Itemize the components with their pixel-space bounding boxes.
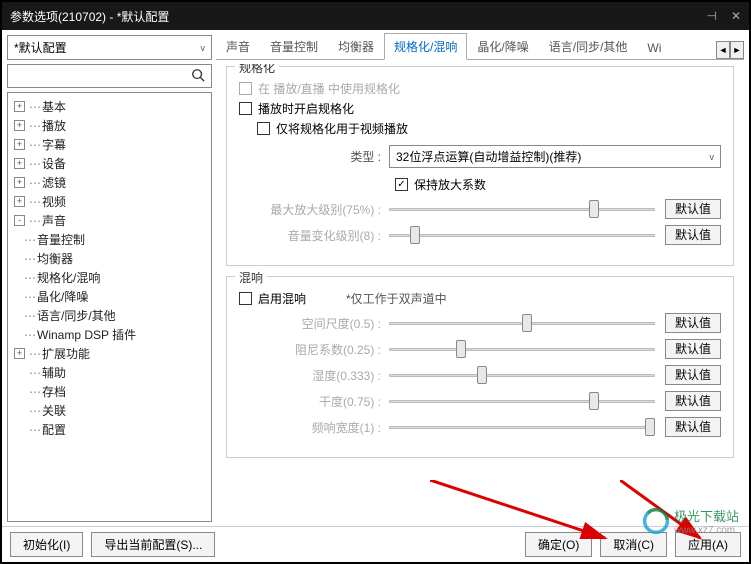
tree-item-video[interactable]: +⋯视频 (10, 192, 209, 211)
vol-change-slider[interactable] (389, 226, 655, 244)
ok-button[interactable]: 确定(O) (525, 532, 592, 557)
checkbox-enable-on-play[interactable] (239, 102, 252, 115)
settings-tree: +⋯基本 +⋯播放 +⋯字幕 +⋯设备 +⋯滤镜 +⋯视频 -⋯声音 ⋯音量控制… (7, 92, 212, 522)
max-amp-label: 最大放大级别(75%) : (239, 201, 389, 218)
dry-slider[interactable] (389, 392, 655, 410)
checkbox-video-only[interactable] (257, 122, 270, 135)
collapse-icon[interactable]: - (14, 215, 25, 226)
width-slider[interactable] (389, 418, 655, 436)
default-button[interactable]: 默认值 (665, 339, 721, 359)
tree-item-archive[interactable]: ⋯存档 (10, 382, 209, 401)
tree-item-assist[interactable]: ⋯辅助 (10, 363, 209, 382)
tree-item-winamp-dsp[interactable]: ⋯Winamp DSP 插件 (10, 325, 209, 344)
default-button[interactable]: 默认值 (665, 313, 721, 333)
tree-item-crystal[interactable]: ⋯晶化/降噪 (10, 287, 209, 306)
tree-item-eq[interactable]: ⋯均衡器 (10, 249, 209, 268)
tree-item-playback[interactable]: +⋯播放 (10, 116, 209, 135)
export-button[interactable]: 导出当前配置(S)... (91, 532, 215, 557)
tab-crystal-denoise[interactable]: 晶化/降噪 (467, 33, 538, 59)
default-button[interactable]: 默认值 (665, 365, 721, 385)
expand-icon[interactable]: + (14, 120, 25, 131)
tree-item-filter[interactable]: +⋯滤镜 (10, 173, 209, 192)
default-button[interactable]: 默认值 (665, 391, 721, 411)
type-value: 32位浮点运算(自动增益控制)(推荐) (396, 148, 581, 165)
tab-scroll-left[interactable]: ◄ (716, 41, 730, 59)
default-button[interactable]: 默认值 (665, 225, 721, 245)
type-label: 类型 : (239, 148, 389, 165)
checkbox-enable-reverb[interactable] (239, 292, 252, 305)
config-dropdown[interactable]: *默认配置 v (7, 35, 212, 60)
config-dropdown-value: *默认配置 (14, 39, 67, 56)
tab-wi[interactable]: Wi (637, 36, 671, 59)
vol-change-label: 音量变化级别(8) : (239, 227, 389, 244)
tree-item-subtitle[interactable]: +⋯字幕 (10, 135, 209, 154)
tree-item-volume-ctrl[interactable]: ⋯音量控制 (10, 230, 209, 249)
chevron-down-icon: v (710, 152, 715, 162)
chevron-down-icon: v (201, 43, 206, 53)
expand-icon[interactable]: + (14, 348, 25, 359)
search-icon (191, 68, 205, 85)
tree-item-device[interactable]: +⋯设备 (10, 154, 209, 173)
bottom-bar: 初始化(I) 导出当前配置(S)... 确定(O) 取消(C) 应用(A) (2, 526, 749, 562)
tab-volume[interactable]: 音量控制 (260, 33, 328, 59)
tab-sound[interactable]: 声音 (216, 33, 260, 59)
damp-label: 阻尼系数(0.25) : (239, 341, 389, 358)
type-select[interactable]: 32位浮点运算(自动增益控制)(推荐) v (389, 145, 721, 168)
close-icon[interactable]: ✕ (731, 9, 741, 23)
expand-icon[interactable]: + (14, 139, 25, 150)
room-slider[interactable] (389, 314, 655, 332)
pin-icon[interactable]: ⊣ (706, 9, 716, 23)
cancel-button[interactable]: 取消(C) (600, 532, 667, 557)
tab-scroll-right[interactable]: ► (730, 41, 744, 59)
tab-bar: 声音 音量控制 均衡器 规格化/混响 晶化/降噪 语言/同步/其他 Wi ◄ ► (216, 35, 744, 60)
group-title: 混响 (235, 269, 267, 286)
group-title: 规格化 (235, 64, 279, 76)
tree-item-association[interactable]: ⋯关联 (10, 401, 209, 420)
expand-icon[interactable]: + (14, 196, 25, 207)
apply-button[interactable]: 应用(A) (675, 532, 741, 557)
search-input[interactable] (7, 64, 212, 88)
normalize-group: 规格化 在 播放/直播 中使用规格化 播放时开启规格化 仅将规格化用于视频播放 … (226, 66, 734, 266)
tree-item-config[interactable]: ⋯配置 (10, 420, 209, 439)
window-title: 参数选项(210702) - *默认配置 (10, 8, 169, 25)
init-button[interactable]: 初始化(I) (10, 532, 83, 557)
room-label: 空间尺度(0.5) : (239, 315, 389, 332)
reverb-note: *仅工作于双声道中 (346, 290, 447, 307)
tab-normalize-reverb[interactable]: 规格化/混响 (384, 33, 467, 60)
max-amp-slider[interactable] (389, 200, 655, 218)
width-label: 频响宽度(1) : (239, 419, 389, 436)
dry-label: 干度(0.75) : (239, 393, 389, 410)
default-button[interactable]: 默认值 (665, 199, 721, 219)
reverb-group: 混响 启用混响*仅工作于双声道中 空间尺度(0.5) : 默认值 阻尼系数(0.… (226, 276, 734, 458)
checkbox-use-in-playback[interactable] (239, 82, 252, 95)
damp-slider[interactable] (389, 340, 655, 358)
expand-icon[interactable]: + (14, 101, 25, 112)
expand-icon[interactable]: + (14, 158, 25, 169)
expand-icon[interactable]: + (14, 177, 25, 188)
tab-lang-sync[interactable]: 语言/同步/其他 (539, 33, 638, 59)
wet-label: 湿度(0.333) : (239, 367, 389, 384)
wet-slider[interactable] (389, 366, 655, 384)
tree-item-sound[interactable]: -⋯声音 (10, 211, 209, 230)
tab-eq[interactable]: 均衡器 (328, 33, 384, 59)
tree-item-basic[interactable]: +⋯基本 (10, 97, 209, 116)
checkbox-keep-coef[interactable] (395, 178, 408, 191)
tree-item-normalize[interactable]: ⋯规格化/混响 (10, 268, 209, 287)
tree-item-extensions[interactable]: +⋯扩展功能 (10, 344, 209, 363)
titlebar: 参数选项(210702) - *默认配置 ⊣ ✕ (2, 2, 749, 30)
default-button[interactable]: 默认值 (665, 417, 721, 437)
tree-item-lang-sync[interactable]: ⋯语言/同步/其他 (10, 306, 209, 325)
